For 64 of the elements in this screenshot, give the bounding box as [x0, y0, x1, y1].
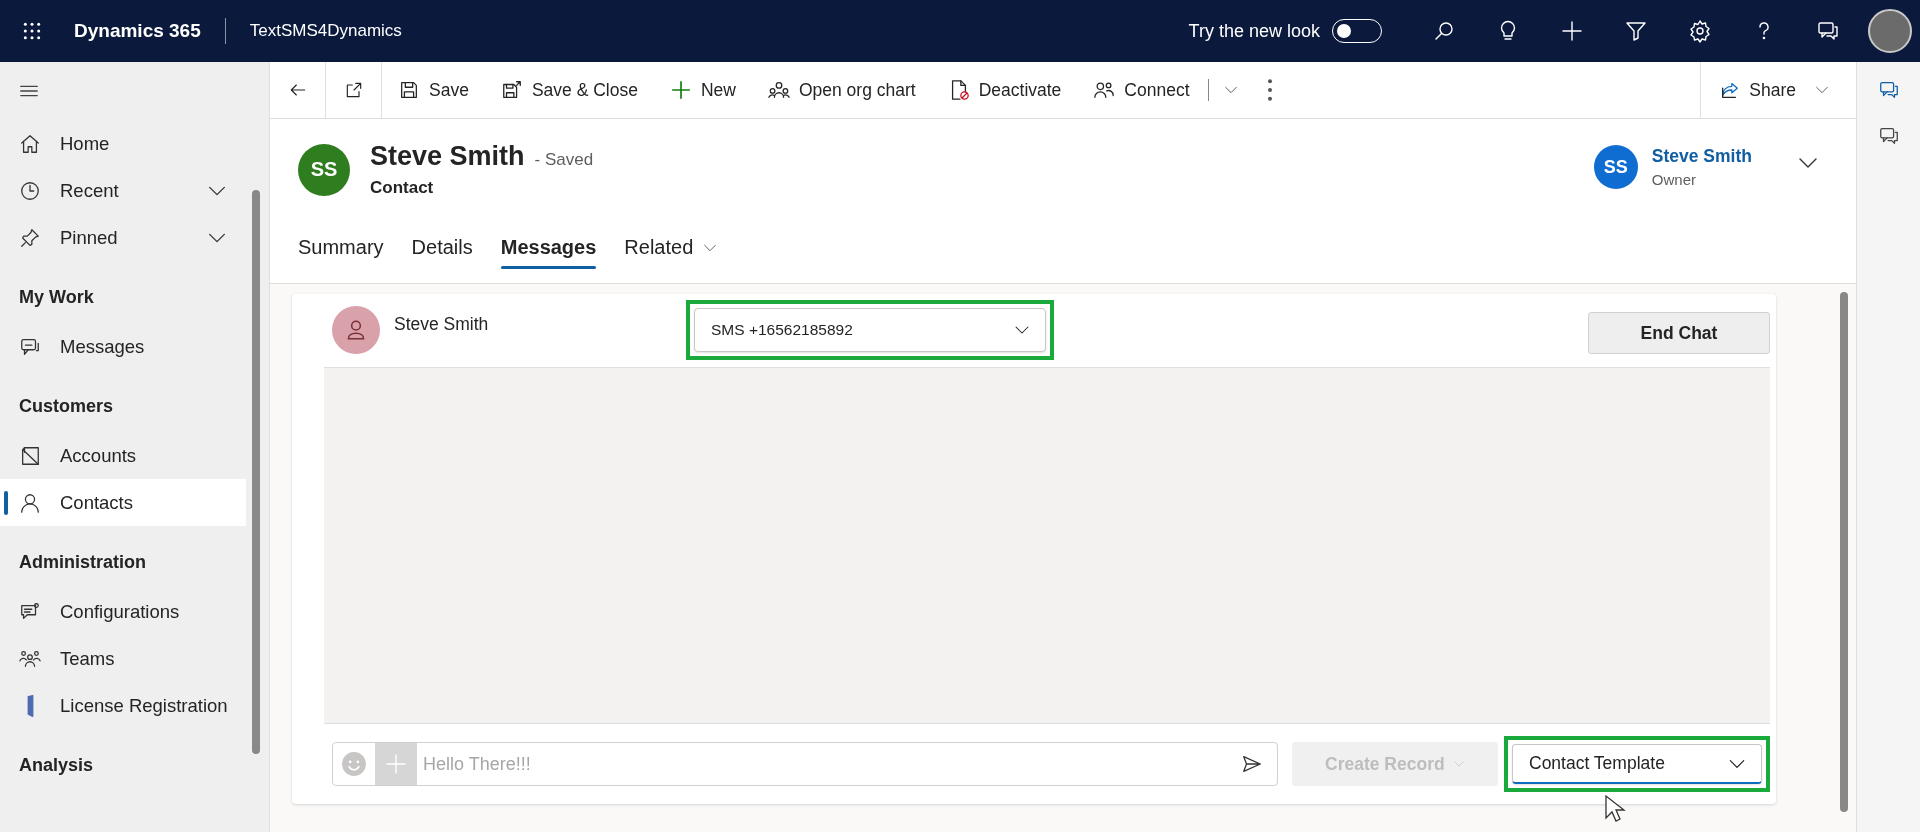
plus-icon: [1560, 19, 1584, 43]
nav-item[interactable]: Home: [0, 120, 246, 167]
section-heading: My Work: [19, 285, 95, 309]
save-button[interactable]: Save: [382, 62, 485, 118]
app-launcher-icon: [22, 21, 42, 41]
template-dropdown[interactable]: Contact Template: [1512, 744, 1762, 784]
more-icon: [1266, 79, 1273, 101]
owner-label: Owner: [1651, 171, 1697, 188]
new-button[interactable]: New: [653, 62, 752, 118]
save-status: - Saved: [534, 150, 594, 169]
section-heading: Administration: [19, 550, 147, 574]
new-look-label: Try the new look: [1188, 20, 1320, 42]
user-avatar[interactable]: [1868, 9, 1912, 53]
accounts-icon: [19, 444, 41, 467]
home-icon: [19, 132, 41, 155]
nav-item[interactable]: Pinned: [0, 214, 246, 261]
emoji-icon: [341, 751, 367, 777]
nav-item[interactable]: Recent: [0, 167, 246, 214]
plus-icon: [669, 79, 692, 101]
org-chart-button[interactable]: Open org chart: [751, 62, 932, 118]
save-and-close-button[interactable]: Save & Close: [484, 62, 654, 118]
chat-icon: [1816, 19, 1840, 43]
record-type: Contact: [370, 178, 435, 198]
plus-icon: [384, 752, 408, 776]
scrollbar[interactable]: [252, 190, 260, 754]
section-heading: Analysis: [19, 753, 95, 777]
app-name[interactable]: Dynamics 365: [74, 20, 201, 42]
nav-item[interactable]: Configurations: [0, 588, 246, 635]
record-tab[interactable]: Related: [610, 228, 733, 283]
contact-name: Steve Smith: [394, 314, 489, 336]
message-input[interactable]: Hello There!!!: [332, 742, 1278, 786]
owner-avatar: SS: [1593, 145, 1638, 189]
chat-icon: [1877, 125, 1900, 147]
record-name: Steve Smith: [370, 141, 525, 171]
channel-dropdown[interactable]: SMS +16562185892: [694, 308, 1046, 352]
person-icon: [19, 491, 41, 514]
org-chart-icon: [767, 79, 790, 101]
save-icon: [398, 79, 420, 101]
record-tab[interactable]: Messages: [486, 228, 611, 283]
nav-item[interactable]: Teams: [0, 635, 246, 682]
nav-item[interactable]: Contacts: [0, 479, 246, 526]
scrollbar[interactable]: [1840, 292, 1848, 812]
send-icon: [1240, 753, 1263, 775]
nav-item[interactable]: Messages: [0, 323, 246, 370]
end-chat-button[interactable]: End Chat: [1588, 312, 1770, 354]
save-close-icon: [500, 79, 523, 101]
record-tab[interactable]: Summary: [284, 228, 398, 283]
nav-item[interactable]: Accounts: [0, 432, 246, 479]
section-heading: Customers: [19, 394, 115, 418]
filter-icon: [1624, 19, 1648, 43]
people-icon: [1093, 79, 1116, 101]
connect-button[interactable]: Connect: [1077, 62, 1206, 118]
chat-icon: [1877, 79, 1900, 101]
nav-item[interactable]: License Registration: [0, 682, 246, 729]
owner-name-link[interactable]: Steve Smith: [1651, 146, 1752, 167]
message-field[interactable]: Hello There!!!: [417, 752, 1227, 776]
contact-avatar-icon: [332, 306, 380, 354]
app-title[interactable]: TextSMS4Dynamics: [249, 21, 402, 41]
settings-icon: [1688, 19, 1712, 43]
record-tab[interactable]: Details: [397, 228, 487, 283]
clock-icon: [19, 179, 41, 202]
deactivate-button[interactable]: Deactivate: [931, 62, 1078, 118]
contact-avatar: SS: [298, 143, 350, 196]
pin-icon: [19, 226, 41, 249]
